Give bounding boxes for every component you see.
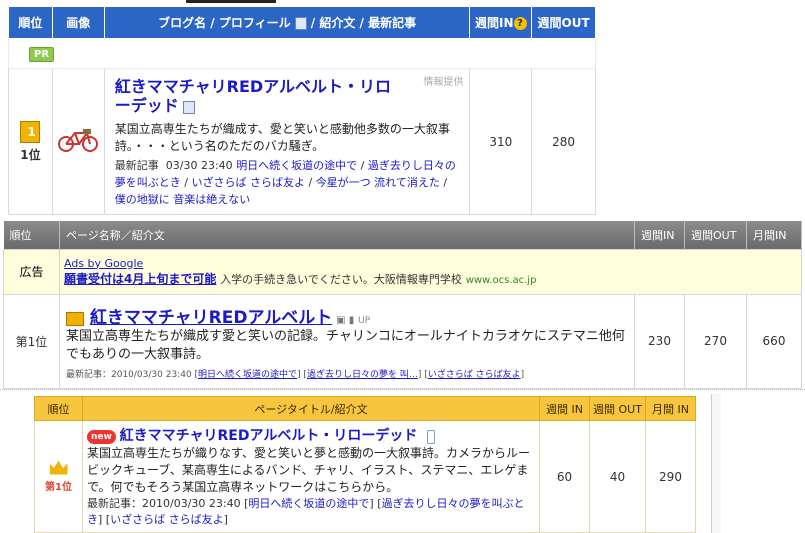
ranking-panel-blue: 順位 画像 ブログ名 / プロフィール / 紹介文 / 最新記事 週間IN? 週… bbox=[8, 0, 596, 215]
latest-link-2-1[interactable]: 明日へ続く坂道の途中で bbox=[198, 370, 297, 380]
blog-title-link[interactable]: 紅きママチャリREDアルベルト・リローデッド bbox=[115, 77, 391, 115]
up-badge: UP bbox=[358, 315, 371, 326]
ranking-panel-gray: 順位 ページ名称／紹介文 週間IN 週間OUT 月間IN 広告 Ads by G… bbox=[3, 221, 802, 389]
blog-content-cell: 情報提供 紅きママチャリREDアルベルト・リローデッド 某国立高専生たちが織成す… bbox=[103, 68, 471, 215]
rank-cell: 1位 bbox=[8, 68, 53, 215]
rank-label: 1位 bbox=[20, 147, 41, 162]
header-rank-3: 順位 bbox=[34, 396, 83, 421]
rank-cell-3: 第1位 bbox=[34, 420, 83, 533]
weekly-out-value-3: 40 bbox=[589, 420, 646, 533]
mobile-icon bbox=[427, 429, 436, 444]
ad-content: Ads by Google 願書受付は4月上旬まで可能 入学の手続き急いでくださ… bbox=[59, 248, 802, 295]
ad-title-link[interactable]: 願書受付は4月上旬まで可能 bbox=[64, 272, 216, 286]
profile-doc-icon bbox=[294, 17, 307, 30]
page-content-cell-3: new 紅きママチャリREDアルベルト・リローデッド 某国立高専生たちが織りなす… bbox=[82, 420, 540, 533]
latest-link-2-3[interactable]: いざさらば さらば友よ bbox=[428, 370, 521, 380]
ad-url[interactable]: www.ocs.ac.jp bbox=[466, 275, 537, 286]
latest-articles: 最新記事 03/30 23:40 明日へ続く坂道の途中で / 過ぎ去りし日々の夢… bbox=[114, 159, 456, 206]
weekly-out-value-2: 270 bbox=[684, 293, 747, 389]
section-separator bbox=[0, 389, 805, 395]
latest-label-3: 最新記事：2010/03/30 23:40 bbox=[87, 497, 241, 510]
header-weekly-in-label: 週間IN bbox=[475, 16, 514, 30]
bicycle-icon[interactable] bbox=[57, 127, 99, 153]
ranking-table-1: 順位 画像 ブログ名 / プロフィール / 紹介文 / 最新記事 週間IN? 週… bbox=[8, 6, 596, 215]
rank-1-crown-icon bbox=[20, 120, 41, 143]
thumbnail-cell[interactable] bbox=[51, 68, 105, 215]
header-weekly-out-2: 週間OUT bbox=[684, 221, 747, 249]
weekly-in-value-3: 60 bbox=[539, 420, 590, 533]
header-blog-name: ブログ名 / プロフィール / 紹介文 / 最新記事 bbox=[103, 6, 471, 39]
monthly-in-value-2: 660 bbox=[746, 293, 802, 389]
rank-label-3: 第1位 bbox=[45, 481, 72, 493]
latest-link-3[interactable]: いざさらば さらば友よ bbox=[191, 176, 305, 189]
help-icon[interactable]: ? bbox=[513, 17, 527, 30]
header-intro-latest: / 紹介文 / 最新記事 bbox=[310, 16, 417, 30]
header-blog-name-label: ブログ名 / プロフィール bbox=[158, 16, 291, 30]
page-description-3: 某国立高専生たちが織りなす、愛と笑いと夢と感動の一大叙事詩。カメラからルービック… bbox=[87, 446, 531, 494]
header-image: 画像 bbox=[51, 6, 105, 39]
latest-label-2: 最新記事：2010/03/30 23:40 bbox=[66, 369, 192, 380]
page-description: 某国立高専生たちが織成す愛と笑いの記録。チャリンコにオールナイトカラオケにステマ… bbox=[66, 328, 625, 362]
crown-icon bbox=[49, 460, 68, 475]
rank-label-2: 第1位 bbox=[3, 293, 60, 389]
header-page-name: ページ名称／紹介文 bbox=[59, 221, 635, 249]
camera-mobile-icons: ▣ ▮ bbox=[336, 314, 355, 326]
ads-by-google-link[interactable]: Ads by Google bbox=[64, 257, 797, 270]
monthly-in-value-3: 290 bbox=[645, 420, 696, 533]
ad-text: 入学の手続き急いでください。大阪情報専門学校 bbox=[220, 272, 462, 286]
info-provider-label[interactable]: 情報提供 bbox=[423, 73, 463, 88]
header-page-title: ページタイトル/紹介文 bbox=[82, 396, 540, 421]
latest-link-3-1[interactable]: 明日へ続く坂道の途中で bbox=[248, 497, 369, 510]
latest-articles-2: 最新記事：2010/03/30 23:40 [明日へ続く坂道の途中で] [過ぎ去… bbox=[66, 369, 525, 380]
latest-label: 最新記事 bbox=[114, 159, 159, 172]
header-rank: 順位 bbox=[8, 6, 53, 39]
latest-link-3-3[interactable]: いざさらば さらば友よ bbox=[110, 513, 224, 526]
latest-articles-3: 最新記事：2010/03/30 23:40 [明日へ続く坂道の途中で] [過ぎ去… bbox=[87, 497, 525, 526]
profile-icon[interactable] bbox=[182, 101, 195, 114]
weekly-in-value: 310 bbox=[469, 68, 533, 215]
header-weekly-in-3: 週間 IN bbox=[539, 396, 590, 421]
ranking-table-3: 順位 ページタイトル/紹介文 週間 IN 週間 OUT 月間 IN 第1位 ne… bbox=[34, 396, 696, 533]
ranking-panel-orange: 順位 ページタイトル/紹介文 週間 IN 週間 OUT 月間 IN 第1位 ne… bbox=[34, 396, 696, 533]
ranking-v-icon bbox=[66, 312, 84, 326]
header-weekly-in-2: 週間IN bbox=[634, 221, 685, 249]
top-bar-divider bbox=[186, 0, 276, 3]
header-weekly-out: 週間OUT bbox=[531, 6, 596, 39]
pr-badge[interactable]: PR bbox=[29, 46, 55, 62]
latest-link-5[interactable]: 僕の地獄に 音楽は絶えない bbox=[115, 193, 251, 206]
page-title-link[interactable]: 紅きママチャリREDアルベルト bbox=[90, 308, 332, 328]
weekly-in-value-2: 230 bbox=[634, 293, 685, 389]
page-content-cell: 紅きママチャリREDアルベルト ▣ ▮ UP 某国立高専生たちが織成す愛と笑いの… bbox=[59, 293, 635, 389]
header-monthly-in-2: 月間IN bbox=[746, 221, 802, 249]
latest-link-4[interactable]: 今星が一つ 流れて消えた bbox=[316, 176, 440, 189]
new-badge: new bbox=[87, 429, 116, 444]
header-monthly-in-3: 月間 IN bbox=[645, 396, 696, 421]
header-rank-2: 順位 bbox=[3, 221, 60, 249]
weekly-out-value: 280 bbox=[531, 68, 596, 215]
scrollbar[interactable] bbox=[711, 394, 721, 533]
page-title-link-3[interactable]: 紅きママチャリREDアルベルト・リローデッド bbox=[120, 428, 418, 444]
header-weekly-in: 週間IN? bbox=[469, 6, 533, 39]
blog-description: 某国立高専生たちが織成す、愛と笑いと感動他多数の一大叙事詩。・・・という名のただ… bbox=[114, 122, 450, 153]
ad-label: 広告 bbox=[3, 248, 60, 295]
ranking-table-2: 順位 ページ名称／紹介文 週間IN 週間OUT 月間IN 広告 Ads by G… bbox=[3, 221, 802, 389]
latest-date: 03/30 23:40 bbox=[165, 159, 233, 172]
latest-link-1[interactable]: 明日へ続く坂道の途中で bbox=[236, 159, 357, 172]
latest-link-2-2[interactable]: 過ぎ去りし日々の夢を 叫… bbox=[307, 370, 418, 380]
header-weekly-out-3: 週間 OUT bbox=[589, 396, 646, 421]
